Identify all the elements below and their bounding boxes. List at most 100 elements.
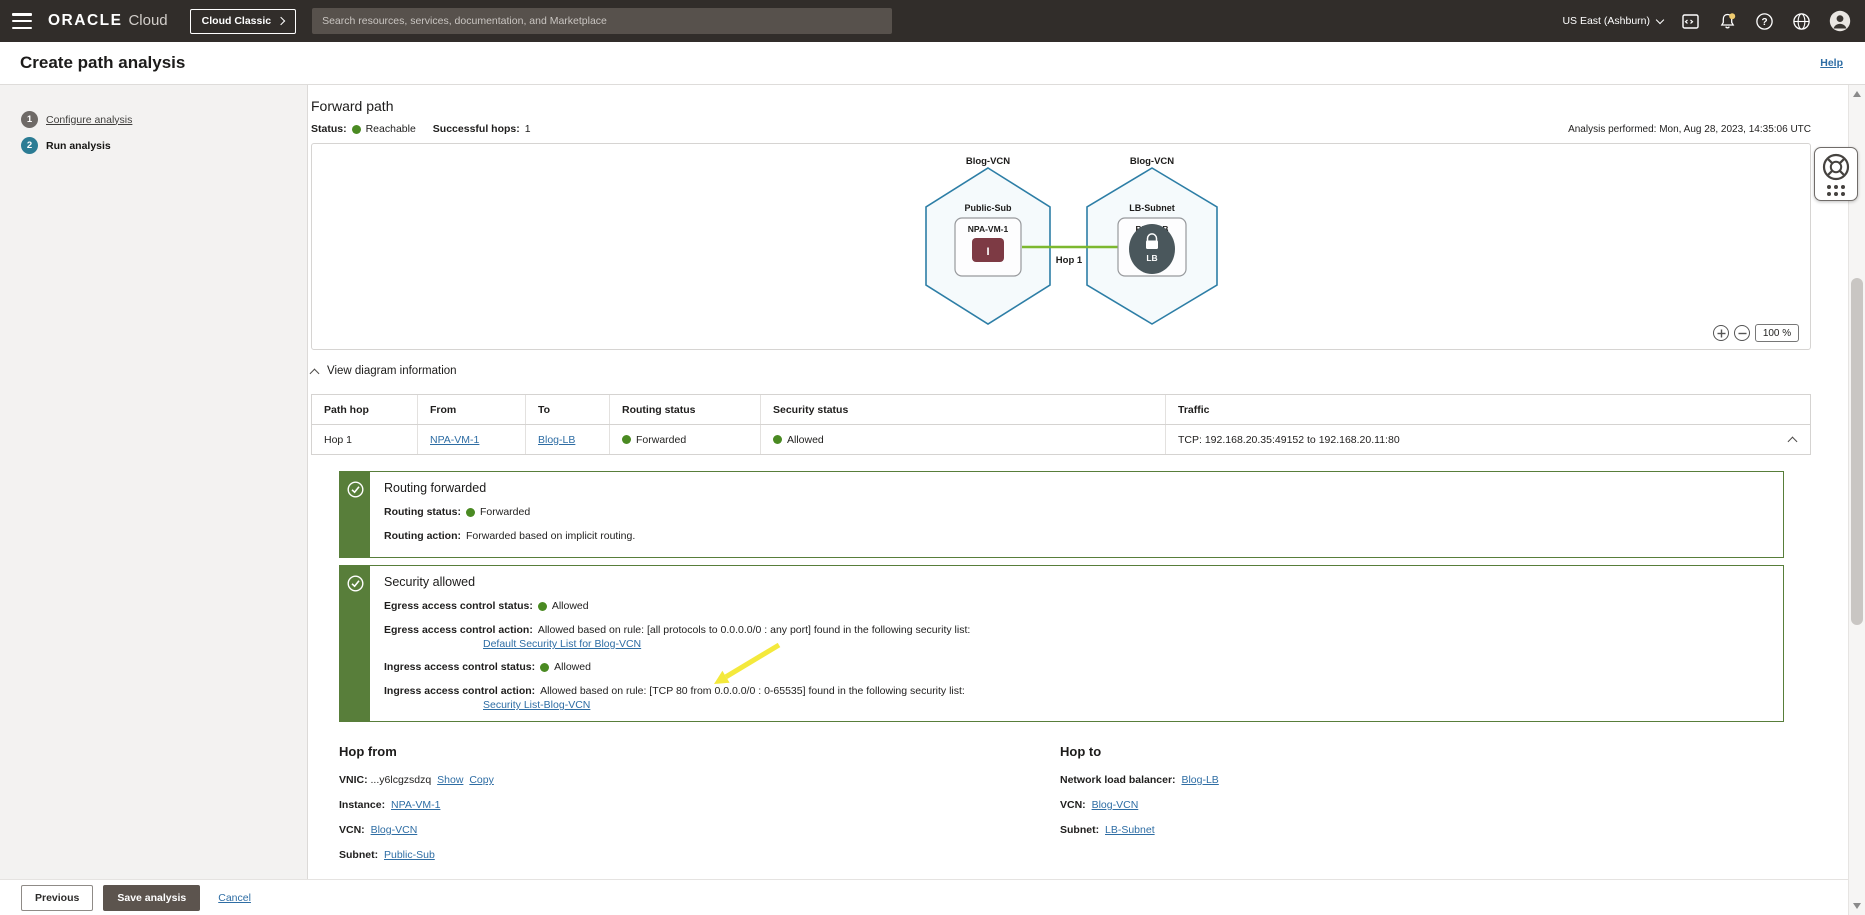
from-link[interactable]: NPA-VM-1: [430, 434, 479, 446]
oracle-cloud-logo: ORACLE Cloud: [48, 12, 168, 30]
region-selector[interactable]: US East (Ashburn): [1562, 15, 1665, 27]
cloud-classic-label: Cloud Classic: [201, 15, 272, 27]
instance-label: Instance:: [339, 799, 386, 811]
zoom-out-button[interactable]: [1734, 325, 1750, 341]
topbar: ORACLE Cloud Cloud Classic US East (Ashb…: [0, 0, 1865, 42]
instance-link[interactable]: NPA-VM-1: [391, 799, 440, 811]
panel-success-stripe: [340, 566, 370, 721]
col-traffic: Traffic: [1165, 395, 1810, 424]
egress-action-value: Allowed based on rule: [all protocols to…: [537, 624, 971, 636]
vnic-show-link[interactable]: Show: [437, 774, 463, 786]
page-title: Create path analysis: [20, 53, 186, 72]
routing-action-value: Forwarded based on implicit routing.: [466, 530, 636, 542]
scrollbar-down-arrow[interactable]: [1853, 903, 1861, 909]
routing-status-value: Forwarded: [636, 433, 687, 446]
step-configure-analysis[interactable]: 1 Configure analysis: [21, 111, 307, 128]
egress-status-value: Allowed: [551, 600, 589, 612]
instance-icon-letter: I: [986, 246, 989, 258]
chevron-down-icon: [1655, 15, 1665, 24]
cancel-link[interactable]: Cancel: [218, 892, 251, 904]
ingress-status-dot: [540, 662, 550, 672]
hamburger-menu-icon[interactable]: [12, 13, 34, 29]
view-diagram-information-label: View diagram information: [327, 365, 457, 377]
to-link[interactable]: Blog-LB: [538, 434, 575, 446]
routing-action-label: Routing action:: [384, 530, 461, 542]
step-2-circle: 2: [21, 137, 38, 154]
ingress-action-label: Ingress access control action:: [384, 685, 536, 697]
nlb-link[interactable]: Blog-LB: [1181, 774, 1218, 786]
zoom-level-input[interactable]: 100 %: [1755, 324, 1799, 342]
subnet-from-link[interactable]: Public-Sub: [384, 849, 435, 861]
status-row: Status: Reachable Successful hops: 1 Ana…: [311, 123, 1811, 135]
col-routing-status: Routing status: [609, 395, 760, 424]
diagram-navigator-widget[interactable]: [1814, 147, 1858, 201]
collapse-chevron-icon: [309, 368, 320, 378]
user-avatar[interactable]: [1829, 10, 1851, 32]
vcn-to-link[interactable]: Blog-VCN: [1092, 799, 1139, 811]
vcn-from-link[interactable]: Blog-VCN: [371, 824, 418, 836]
routing-panel-title: Routing forwarded: [384, 481, 487, 495]
path-hops-table: Path hop From To Routing status Security…: [311, 394, 1811, 455]
help-link[interactable]: Help: [1820, 57, 1843, 69]
drag-handle-dots-icon[interactable]: [1827, 185, 1845, 196]
status-label: Status:: [311, 123, 347, 135]
search-input[interactable]: [312, 8, 893, 34]
oracle-cloud-console: ORACLE Cloud Cloud Classic US East (Ashb…: [0, 0, 1865, 915]
scrollbar-thumb[interactable]: [1851, 278, 1863, 625]
security-panel-title: Security allowed: [384, 575, 476, 589]
hop1-label: Hop 1: [1056, 255, 1083, 266]
vnic-copy-link[interactable]: Copy: [469, 774, 494, 786]
cloud-classic-button[interactable]: Cloud Classic: [189, 8, 297, 34]
wizard-footer: Previous Save analysis Cancel: [0, 879, 1848, 915]
oracle-wordmark: ORACLE: [48, 12, 123, 29]
check-circle-icon: [346, 575, 364, 592]
col-to: To: [525, 395, 609, 424]
scrollbar-up-arrow[interactable]: [1853, 91, 1861, 97]
node1-title: NPA-VM-1: [968, 224, 1009, 234]
vcn-to-label: VCN:: [1060, 799, 1086, 811]
step-run-analysis[interactable]: 2 Run analysis: [21, 137, 307, 154]
instance-node-npa-vm-1[interactable]: NPA-VM-1 I: [954, 217, 1022, 277]
cell-path-hop: Hop 1: [324, 433, 353, 446]
routing-status-dot: [622, 435, 631, 444]
path-diagram-canvas[interactable]: Blog-VCN Public-Sub Blog-VCN LB-Subnet H…: [311, 143, 1811, 350]
routing-panel-dot: [466, 507, 475, 517]
globe-language-icon[interactable]: [1792, 12, 1811, 31]
notifications-bell-icon[interactable]: [1718, 12, 1737, 31]
previous-button[interactable]: Previous: [21, 884, 94, 911]
step-1-label[interactable]: Configure analysis: [46, 114, 132, 126]
dev-console-icon[interactable]: [1681, 12, 1700, 31]
subnet1-label: Public-Sub: [965, 203, 1013, 213]
egress-status-label: Egress access control status:: [384, 600, 533, 612]
col-from: From: [417, 395, 525, 424]
ingress-security-list-link[interactable]: Security List-Blog-VCN: [483, 699, 590, 711]
subnet-to-link[interactable]: LB-Subnet: [1105, 824, 1155, 836]
nlb-label: Network load balancer:: [1060, 774, 1176, 786]
vertical-scrollbar[interactable]: [1848, 85, 1865, 915]
load-balancer-node-blog-lb[interactable]: Blog-LB LB: [1117, 217, 1187, 277]
vnic-label: VNIC:: [339, 774, 368, 786]
topbar-actions: US East (Ashburn) ?: [1562, 10, 1851, 32]
analysis-timestamp: Analysis performed: Mon, Aug 28, 2023, 1…: [1568, 123, 1811, 135]
help-icon[interactable]: ?: [1755, 12, 1774, 31]
zoom-in-button[interactable]: [1713, 325, 1729, 341]
egress-security-list-link[interactable]: Default Security List for Blog-VCN: [483, 638, 641, 650]
status-value: Reachable: [365, 123, 416, 135]
hop-from-section: Hop from VNIC: ...y6lcgzsdzq Show Copy I…: [339, 744, 1060, 874]
path-diagram: Blog-VCN Public-Sub Blog-VCN LB-Subnet H…: [925, 156, 1218, 325]
hops-value: 1: [524, 123, 531, 135]
vcn2-label: Blog-VCN: [1130, 156, 1174, 167]
view-diagram-information-toggle[interactable]: View diagram information: [309, 365, 457, 378]
svg-text:?: ?: [1761, 17, 1767, 28]
wizard-steps-sidebar: 1 Configure analysis 2 Run analysis: [0, 85, 308, 879]
reachable-status-dot: [351, 124, 361, 134]
egress-action-label: Egress access control action:: [384, 624, 533, 636]
col-security-status: Security status: [760, 395, 1165, 424]
row-collapse-chevron-icon[interactable]: [1787, 436, 1798, 447]
security-status-value: Allowed: [787, 433, 824, 446]
check-circle-icon: [346, 481, 364, 498]
lb-icon-letters: LB: [1146, 253, 1157, 263]
pan-navigator-icon: [1822, 153, 1850, 181]
step-1-circle: 1: [21, 111, 38, 128]
save-analysis-button[interactable]: Save analysis: [103, 884, 201, 911]
